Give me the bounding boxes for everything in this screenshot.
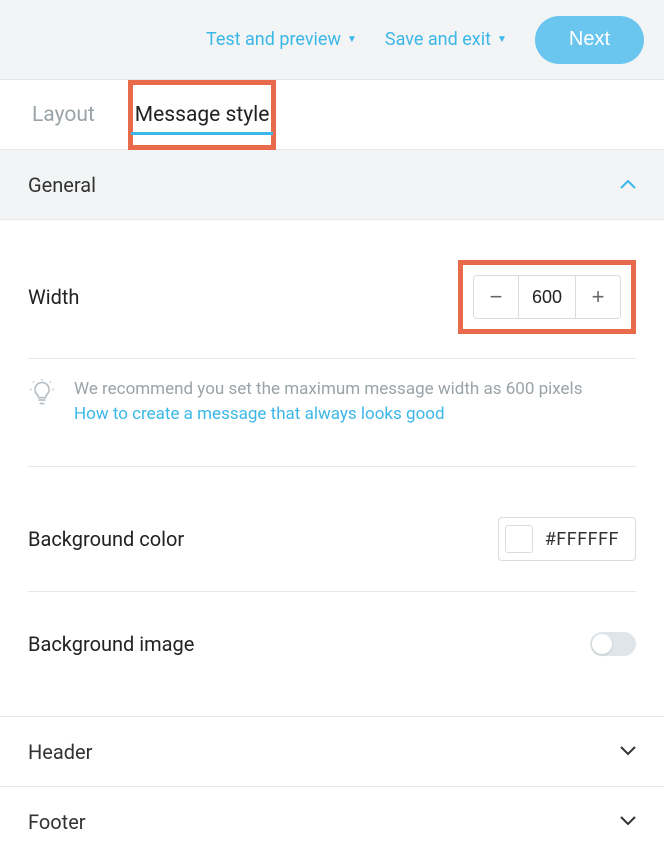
background-image-label: Background image <box>28 632 194 656</box>
background-image-row: Background image <box>28 592 636 716</box>
general-content: Width − + We recommend <box>0 220 664 716</box>
width-increment-button[interactable]: + <box>576 276 620 318</box>
save-exit-button[interactable]: Save and exit ▼ <box>385 29 507 50</box>
top-toolbar: Test and preview ▼ Save and exit ▼ Next <box>0 0 664 80</box>
test-preview-button[interactable]: Test and preview ▼ <box>206 29 357 50</box>
section-header[interactable]: Header <box>0 716 664 786</box>
tab-layout[interactable]: Layout <box>28 83 99 147</box>
chevron-up-icon <box>620 177 636 193</box>
chevron-down-icon <box>620 814 636 830</box>
section-footer-label: Footer <box>28 810 86 834</box>
width-decrement-button[interactable]: − <box>474 276 518 318</box>
background-color-row: Background color #FFFFFF <box>28 467 636 591</box>
width-stepper: − + <box>473 275 621 319</box>
width-label: Width <box>28 285 79 309</box>
style-tabs: Layout Message style <box>0 80 664 150</box>
tip-text: We recommend you set the maximum message… <box>74 379 582 399</box>
width-stepper-highlight: − + <box>458 260 636 334</box>
width-tip: We recommend you set the maximum message… <box>28 359 636 466</box>
background-image-toggle[interactable] <box>590 632 636 656</box>
next-button[interactable]: Next <box>535 16 644 64</box>
width-input[interactable] <box>519 276 575 318</box>
section-footer[interactable]: Footer <box>0 786 664 852</box>
tab-message-style[interactable]: Message style <box>131 83 274 147</box>
section-general-label: General <box>28 173 96 197</box>
color-swatch[interactable] <box>505 525 533 553</box>
save-exit-label: Save and exit <box>385 29 491 50</box>
tip-link[interactable]: How to create a message that always look… <box>74 404 445 424</box>
width-row: Width − + <box>28 220 636 358</box>
caret-down-icon: ▼ <box>497 35 507 45</box>
caret-down-icon: ▼ <box>347 35 357 45</box>
toggle-knob <box>592 634 612 654</box>
background-color-value: #FFFFFF <box>545 529 619 550</box>
test-preview-label: Test and preview <box>206 29 341 50</box>
section-general[interactable]: General <box>0 150 664 220</box>
background-color-input[interactable]: #FFFFFF <box>498 517 636 561</box>
lightbulb-icon <box>28 379 56 411</box>
tip-text-block: We recommend you set the maximum message… <box>74 377 582 426</box>
section-header-label: Header <box>28 740 92 764</box>
background-color-label: Background color <box>28 527 184 551</box>
chevron-down-icon <box>620 744 636 760</box>
